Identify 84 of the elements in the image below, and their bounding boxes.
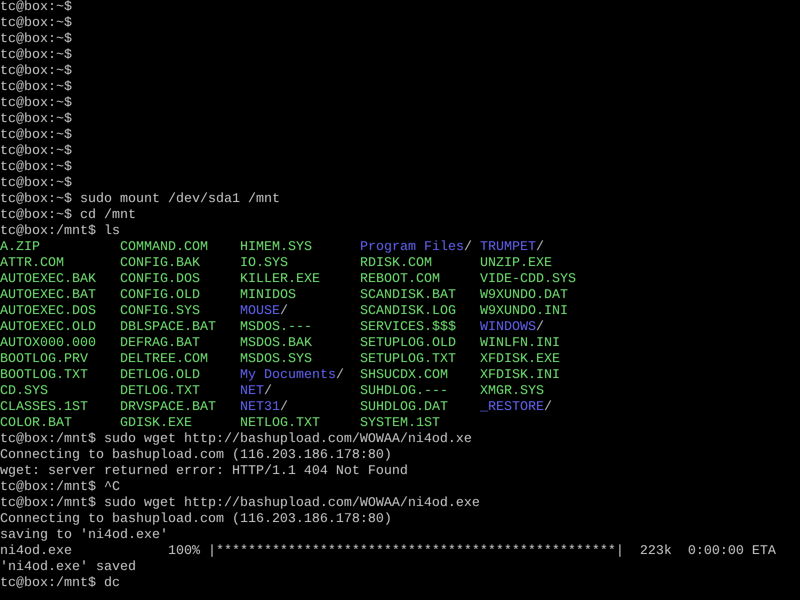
file-name: DBLSPACE.BAT	[120, 320, 216, 336]
terminal-line: tc@box:~$	[0, 112, 72, 128]
file-name: MINIDOS	[240, 288, 296, 304]
file-name: CD.SYS	[0, 384, 48, 400]
terminal-line: tc@box:/mnt$ sudo wget http://bashupload.com/WOWAA/ni4od.xe	[0, 432, 472, 448]
terminal-line: saving to 'ni4od.exe'	[0, 528, 168, 544]
directory-entry: MOUSE/	[240, 304, 288, 320]
terminal-line: tc@box:~$ cd /mnt	[0, 208, 136, 224]
file-name: SHSUCDX.COM	[360, 368, 448, 384]
file-name: IO.SYS	[240, 256, 288, 272]
file-name: WINLFN.INI	[480, 336, 560, 352]
directory-entry: Program Files/	[360, 240, 472, 256]
file-name: CONFIG.BAK	[120, 256, 200, 272]
terminal-line: 'ni4od.exe' saved	[0, 560, 136, 576]
file-name: KILLER.EXE	[240, 272, 320, 288]
file-name: SETUPLOG.OLD	[360, 336, 456, 352]
file-name: HIMEM.SYS	[240, 240, 312, 256]
terminal-line: tc@box:~$	[0, 32, 72, 48]
file-name: XFDISK.INI	[480, 368, 560, 384]
file-name: MSDOS.SYS	[240, 352, 312, 368]
file-name: AUTOEXEC.DOS	[0, 304, 96, 320]
file-name: SYSTEM.1ST	[360, 416, 440, 432]
file-name: A.ZIP	[0, 240, 40, 256]
file-name: AUTOEXEC.BAT	[0, 288, 96, 304]
file-name: BOOTLOG.TXT	[0, 368, 88, 384]
terminal-line: tc@box:/mnt$ dc	[0, 576, 120, 592]
file-name: AUTOX000.000	[0, 336, 96, 352]
terminal-line: tc@box:/mnt$ ^C	[0, 480, 120, 496]
file-name: AUTOEXEC.BAK	[0, 272, 96, 288]
terminal-line: tc@box:~$	[0, 48, 72, 64]
file-name: DRVSPACE.BAT	[120, 400, 216, 416]
directory-entry: TRUMPET/	[480, 240, 544, 256]
directory-entry: _RESTORE/	[480, 400, 552, 416]
terminal-line: tc@box:/mnt$ ls	[0, 224, 120, 240]
file-name: SUHDLOG.DAT	[360, 400, 448, 416]
terminal-line: tc@box:~$	[0, 128, 72, 144]
file-name: CONFIG.OLD	[120, 288, 200, 304]
file-name: SUHDLOG.---	[360, 384, 448, 400]
file-name: MSDOS.---	[240, 320, 312, 336]
file-name: COLOR.BAT	[0, 416, 72, 432]
file-name: NETLOG.TXT	[240, 416, 320, 432]
file-name: SCANDISK.BAT	[360, 288, 456, 304]
terminal-line: tc@box:~$	[0, 144, 72, 160]
file-name: UNZIP.EXE	[480, 256, 552, 272]
directory-entry: NET/	[240, 384, 272, 400]
file-name: MSDOS.BAK	[240, 336, 312, 352]
file-name: SETUPLOG.TXT	[360, 352, 456, 368]
terminal-line: tc@box:/mnt$ sudo wget http://bashupload.com/WOWAA/ni4od.exe	[0, 496, 480, 512]
terminal-line: tc@box:~$	[0, 0, 72, 16]
file-name: DEFRAG.BAT	[120, 336, 200, 352]
terminal-line: tc@box:~$	[0, 80, 72, 96]
terminal-line: Connecting to bashupload.com (116.203.186.178:80)	[0, 448, 392, 464]
terminal-line: tc@box:~$	[0, 96, 72, 112]
file-name: ATTR.COM	[0, 256, 64, 272]
file-name: CONFIG.SYS	[120, 304, 200, 320]
terminal-line: tc@box:~$	[0, 16, 72, 32]
directory-entry: My Documents/	[240, 368, 344, 384]
file-name: VIDE-CDD.SYS	[480, 272, 576, 288]
directory-entry: NET31/	[240, 400, 288, 416]
file-name: CONFIG.DOS	[120, 272, 200, 288]
file-name: XMGR.SYS	[480, 384, 544, 400]
terminal-line: Connecting to bashupload.com (116.203.186.178:80)	[0, 512, 392, 528]
file-name: DETLOG.OLD	[120, 368, 200, 384]
file-name: BOOTLOG.PRV	[0, 352, 88, 368]
file-name: DETLOG.TXT	[120, 384, 200, 400]
terminal-line: wget: server returned error: HTTP/1.1 404 Not Found	[0, 464, 408, 480]
terminal-line: tc@box:~$	[0, 176, 72, 192]
terminal-line: tc@box:~$	[0, 64, 72, 80]
file-name: COMMAND.COM	[120, 240, 208, 256]
directory-entry: WINDOWS/	[480, 320, 544, 336]
terminal-line: ni4od.exe 100% |**************************************************| 223k 0:00:00 ETA	[0, 544, 776, 560]
file-name: DELTREE.COM	[120, 352, 208, 368]
terminal-line: tc@box:~$	[0, 160, 72, 176]
file-name: REBOOT.COM	[360, 272, 440, 288]
file-name: GDISK.EXE	[120, 416, 192, 432]
file-name: SCANDISK.LOG	[360, 304, 456, 320]
terminal-line: tc@box:~$ sudo mount /dev/sda1 /mnt	[0, 192, 280, 208]
file-name: XFDISK.EXE	[480, 352, 560, 368]
file-name: SERVICES.$$$	[360, 320, 456, 336]
file-name: W9XUNDO.DAT	[480, 288, 568, 304]
file-name: W9XUNDO.INI	[480, 304, 568, 320]
file-name: RDISK.COM	[360, 256, 432, 272]
file-name: CLASSES.1ST	[0, 400, 88, 416]
file-name: AUTOEXEC.OLD	[0, 320, 96, 336]
